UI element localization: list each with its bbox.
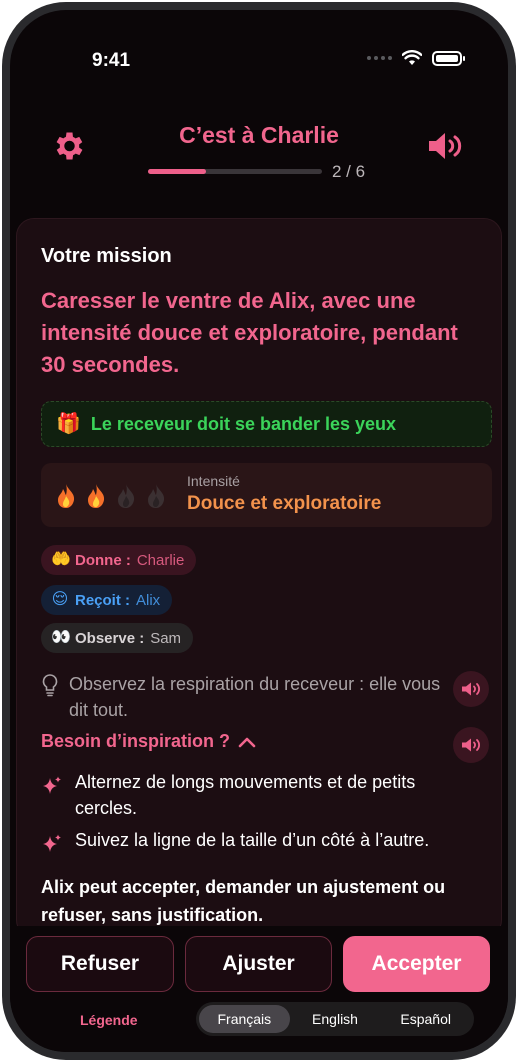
accept-button[interactable]: Accepter [343, 936, 490, 992]
signal-icon [367, 56, 392, 60]
role-give-badge: 🤲 Donne : Charlie [41, 545, 197, 575]
flame-dim-icon [118, 484, 135, 508]
legend-link[interactable]: Légende [80, 1012, 138, 1028]
role-receive-name: Alix [136, 591, 161, 609]
lightbulb-icon [42, 674, 58, 697]
role-observe-name: Sam [150, 629, 182, 647]
gift-icon: 🎁 [56, 413, 81, 435]
flame-icon [58, 484, 75, 508]
chevron-up-icon [238, 737, 256, 747]
inspiration-idea-text: Suivez la ligne de la taille d’un côté à… [75, 830, 430, 850]
wifi-icon [402, 50, 422, 65]
blindfold-banner: 🎁 Le receveur doit se bander les yeux [41, 401, 492, 447]
hands-icon: 🤲 [51, 551, 71, 568]
consent-note: Alix peut accepter, demander un ajusteme… [41, 877, 446, 925]
tip-speaker-button[interactable] [453, 671, 489, 707]
inspiration-toggle[interactable]: Besoin d’inspiration ? [41, 731, 256, 752]
progress-bar-fill [148, 169, 206, 174]
sparkle-icon [43, 776, 61, 794]
inspiration-idea: Alternez de longs mouvements et de petit… [41, 769, 481, 821]
tip: Observez la respiration du receveur : el… [41, 671, 461, 723]
speaker-icon[interactable] [426, 130, 464, 162]
tip-text: Observez la respiration du receveur : el… [69, 674, 441, 720]
status-indicators [367, 50, 465, 66]
eyes-icon: 👀 [51, 629, 71, 646]
role-observe-badge: 👀 Observe : Sam [41, 623, 194, 653]
progress-label: 2 / 6 [332, 162, 366, 181]
language-option-french[interactable]: Français [199, 1005, 290, 1033]
role-receive-label: Reçoit : [75, 591, 131, 609]
role-give-label: Donne : [75, 551, 131, 569]
progress-bar [148, 169, 322, 174]
language-option-english[interactable]: English [290, 1005, 381, 1033]
inspiration-speaker-button[interactable] [453, 727, 489, 763]
inspiration-heading: Besoin d’inspiration ? [41, 731, 231, 751]
blindfold-text: Le receveur doit se bander les yeux [90, 413, 397, 434]
mission-heading: Votre mission [41, 245, 172, 267]
flame-icon [88, 484, 105, 508]
mission-text: Caresser le ventre de Alix, avec une int… [41, 288, 458, 377]
adjust-button[interactable]: Ajuster [185, 936, 332, 992]
inspiration-idea-text: Alternez de longs mouvements et de petit… [75, 772, 416, 818]
role-observe-label: Observe : [75, 629, 145, 647]
inspiration-idea: Suivez la ligne de la taille d’un côté à… [41, 827, 481, 855]
bottom-bar: Refuser Ajuster Accepter Légende Françai… [10, 926, 508, 1052]
status-time: 9:41 [92, 50, 131, 71]
mission-card: Votre mission Caresser le ventre de Alix… [16, 218, 502, 938]
speaker-icon [462, 738, 480, 752]
intensity-panel: Intensité Douce et exploratoire [41, 463, 492, 527]
role-give-name: Charlie [136, 551, 185, 569]
language-option-spanish[interactable]: Español [380, 1005, 471, 1033]
language-switcher: Français English Español [196, 1002, 474, 1036]
speaker-icon [462, 682, 480, 696]
phone-frame: 9:41 C’est à Charlie 2 / 6 Votre mission… [2, 2, 516, 1060]
intensity-caption: Intensité [187, 473, 240, 489]
refuse-button[interactable]: Refuser [26, 936, 174, 992]
intensity-value: Douce et exploratoire [187, 493, 382, 514]
app-screen: 9:41 C’est à Charlie 2 / 6 Votre mission… [10, 10, 508, 1052]
intensity-flames [55, 483, 167, 509]
battery-icon [432, 50, 465, 66]
sparkle-icon [43, 834, 61, 852]
role-receive-badge: 😌 Reçoit : Alix [41, 585, 173, 615]
relieved-face-icon: 😌 [51, 591, 69, 608]
flame-dim-icon [148, 484, 165, 508]
